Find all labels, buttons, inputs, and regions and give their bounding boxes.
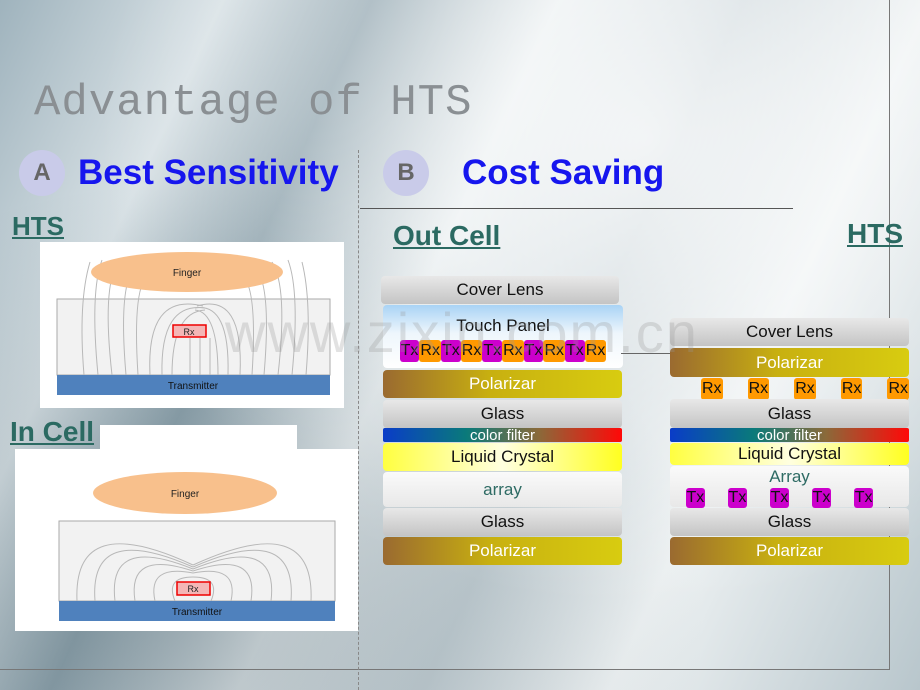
label-in-cell: In Cell bbox=[10, 416, 95, 447]
tx-chip: Tx bbox=[685, 488, 706, 508]
layer-glass-top: Glass bbox=[670, 399, 909, 428]
heading-best-sensitivity: Best Sensitivity bbox=[78, 153, 339, 192]
heading-cost-saving: Cost Saving bbox=[462, 153, 665, 192]
rx-chip-row: Rx Rx Rx Rx Rx bbox=[701, 378, 909, 400]
transmitter-label: Transmitter bbox=[172, 607, 223, 618]
layer-liquid-crystal: Liquid Crystal bbox=[670, 443, 909, 465]
rx-chip: Rx bbox=[840, 378, 863, 400]
badge-b: B bbox=[383, 150, 429, 196]
layer-polarizar-bottom: Polarizar bbox=[670, 537, 909, 565]
slide-title: Advantage of HTS bbox=[34, 78, 473, 128]
divider-horizontal bbox=[360, 208, 793, 209]
label-hts-left: HTS bbox=[12, 211, 64, 241]
layer-polarizar-bottom: Polarizar bbox=[383, 537, 622, 565]
layer-polarizar-top: Polarizar bbox=[670, 348, 909, 377]
rx-chip: Rx bbox=[747, 378, 770, 400]
rx-chip: Rx bbox=[887, 378, 909, 400]
layer-polarizar-top: Polarizar bbox=[383, 370, 622, 398]
label-hts-right: HTS bbox=[847, 218, 903, 249]
layer-glass-bottom: Glass bbox=[383, 508, 622, 536]
layer-cover-lens: Cover Lens bbox=[670, 318, 909, 346]
divider-vertical bbox=[358, 150, 359, 690]
tx-chip-row: Tx Tx Tx Tx Tx bbox=[685, 488, 874, 508]
layer-glass-top: Glass bbox=[383, 400, 622, 428]
incell-diagram-svg: Finger Rx Transmitter bbox=[58, 472, 336, 621]
tx-chip: Tx bbox=[769, 488, 790, 508]
rx-chip: Rx bbox=[794, 378, 816, 400]
layer-array: Array Tx Tx Tx Tx Tx bbox=[670, 466, 909, 508]
finger-label: Finger bbox=[173, 268, 202, 279]
layer-color-filter: color filter bbox=[383, 427, 622, 444]
finger-label: Finger bbox=[171, 489, 200, 500]
layer-color-filter: color filter bbox=[670, 427, 909, 444]
rx-label: Rx bbox=[184, 327, 195, 337]
badge-a: A bbox=[19, 150, 65, 196]
incell-field-diagram: Finger Rx Transmitter bbox=[15, 449, 358, 631]
label-out-cell: Out Cell bbox=[393, 220, 501, 251]
watermark: www.zixin.com.cn bbox=[225, 301, 699, 364]
layer-array: array bbox=[383, 472, 622, 507]
tx-chip: Tx bbox=[727, 488, 748, 508]
layer-liquid-crystal: Liquid Crystal bbox=[383, 443, 622, 471]
rx-label: Rx bbox=[188, 584, 199, 594]
tx-chip: Tx bbox=[853, 488, 874, 508]
layer-glass-bottom: Glass bbox=[670, 508, 909, 536]
transmitter-label: Transmitter bbox=[168, 381, 219, 392]
array-label: Array bbox=[769, 467, 810, 486]
tx-chip: Tx bbox=[811, 488, 832, 508]
rx-chip: Rx bbox=[701, 378, 723, 400]
